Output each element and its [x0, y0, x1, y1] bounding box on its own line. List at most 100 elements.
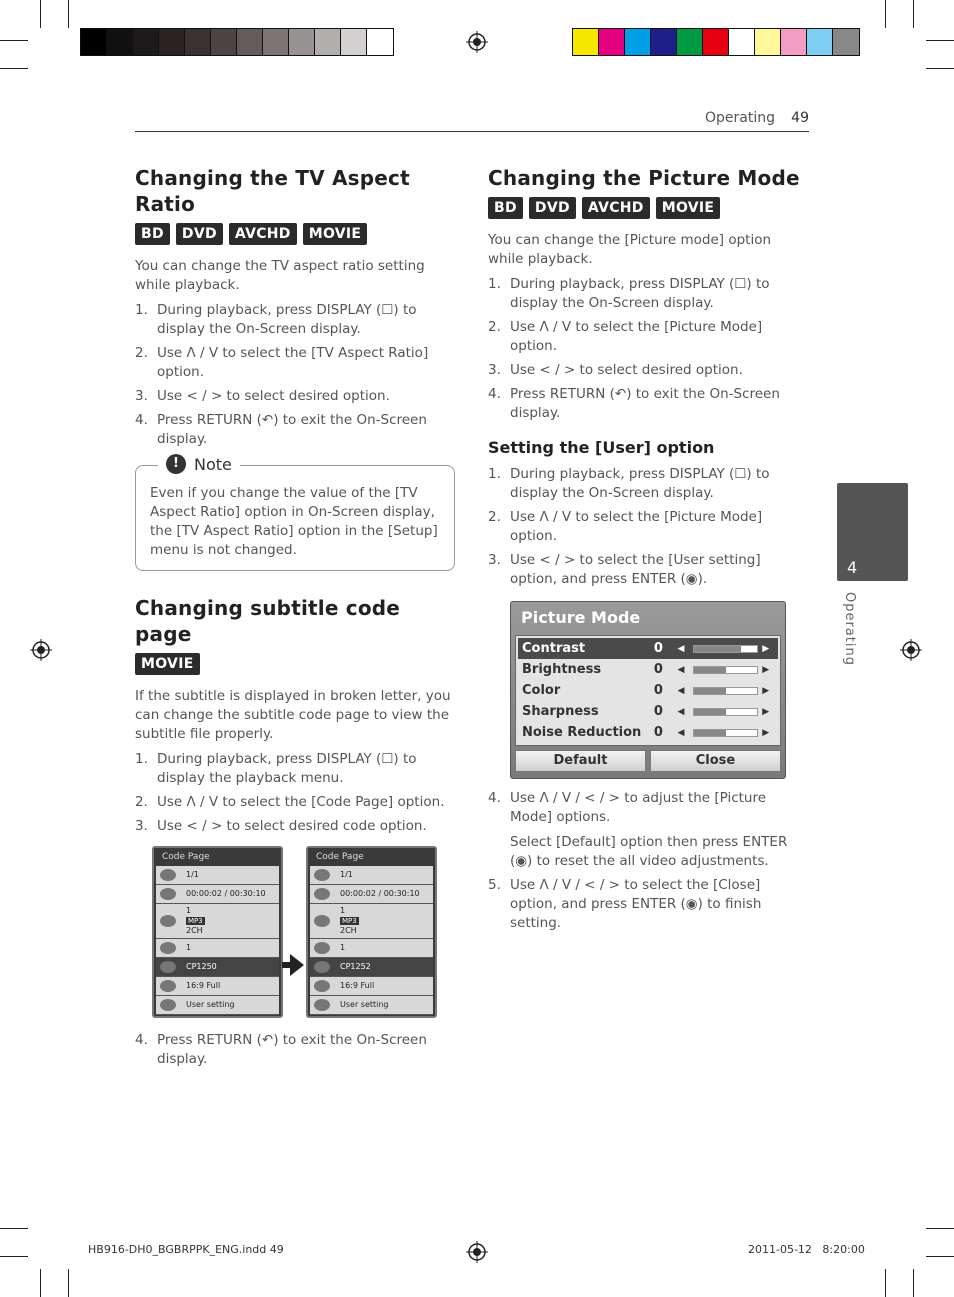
- close-button[interactable]: Close: [650, 750, 781, 772]
- color-swatch: [573, 29, 599, 55]
- step-text: Use < / > to select desired option.: [510, 362, 743, 378]
- step-number: 5.: [488, 877, 501, 893]
- left-arrow-icon[interactable]: ◀: [677, 644, 689, 654]
- right-arrow-icon[interactable]: ▶: [762, 707, 774, 717]
- section-title: Changing the Picture Mode: [488, 166, 800, 190]
- level-slider[interactable]: [693, 644, 759, 653]
- exclamation-icon: !: [166, 454, 186, 474]
- crop-mark: [0, 1228, 28, 1229]
- row-line: 2CH: [186, 926, 203, 935]
- step-text: Use < / > to select the [User setting] o…: [510, 552, 761, 587]
- step-text: Press RETURN (↶) to exit the On-Screen d…: [157, 1032, 427, 1067]
- left-arrow-icon[interactable]: ◀: [677, 707, 689, 717]
- level-slider[interactable]: [693, 707, 759, 716]
- audio-format-badge: MP3: [186, 917, 205, 925]
- level-slider[interactable]: [693, 686, 759, 695]
- row-value: 16:9 Full: [340, 981, 375, 990]
- note-text: Even if you change the value of the [TV …: [150, 485, 438, 558]
- color-swatch: [599, 29, 625, 55]
- steps-list: 1. During playback, press DISPLAY (☐) to …: [488, 465, 808, 589]
- chapter-number: 4: [847, 558, 858, 577]
- disc-badges: BD DVD AVCHD MOVIE: [135, 223, 455, 245]
- row-value: 1 MP3 2CH: [340, 906, 433, 936]
- left-arrow-icon[interactable]: ◀: [677, 728, 689, 738]
- section-title: Changing subtitle code page: [135, 596, 401, 646]
- level-slider[interactable]: [693, 728, 759, 737]
- crop-mark: [40, 0, 41, 28]
- row-value: 00:00:02 / 00:30:10: [340, 889, 420, 898]
- steps-list: 4. Press RETURN (↶) to exit the On-Screen…: [135, 1031, 455, 1069]
- user-option-section: Setting the [User] option 1. During playb…: [488, 437, 808, 933]
- step-text: During playback, press DISPLAY (☐) to di…: [157, 302, 417, 337]
- codepage-icon: [160, 961, 176, 973]
- menu-row-noise-reduction[interactable]: Noise Reduction 0 ◀ ▶: [518, 722, 778, 743]
- screen-row: User setting: [310, 996, 433, 1015]
- color-swatch: [781, 29, 807, 55]
- crop-mark: [0, 1256, 28, 1257]
- step-item: 3. Use < / > to select desired option.: [135, 387, 455, 406]
- left-column: Changing the TV Aspect Ratio BD DVD AVCH…: [135, 165, 455, 1074]
- step-item: 3. Use < / > to select desired code optio…: [135, 817, 455, 836]
- left-arrow-icon[interactable]: ◀: [677, 665, 689, 675]
- steps-list: 1. During playback, press DISPLAY (☐) to …: [135, 301, 455, 449]
- color-swatch: [651, 29, 677, 55]
- row-value: 00:00:02 / 00:30:10: [186, 889, 266, 898]
- menu-row-contrast[interactable]: Contrast 0 ◀ ▶: [518, 638, 778, 659]
- step-text: Use < / > to select desired option.: [157, 388, 390, 404]
- step-text: Use Λ / V to select the [Picture Mode] o…: [510, 509, 763, 544]
- registration-mark-icon: [900, 639, 922, 661]
- step-item: 4. Press RETURN (↶) to exit the On-Screen…: [135, 1031, 455, 1069]
- picture-mode-section: Changing the Picture Mode BD DVD AVCHD M…: [488, 165, 808, 423]
- row-value: 16:9 Full: [186, 981, 221, 990]
- intro-text: If the subtitle is displayed in broken l…: [135, 688, 451, 742]
- menu-row-brightness[interactable]: Brightness 0 ◀ ▶: [518, 659, 778, 680]
- crop-mark: [40, 1269, 41, 1297]
- screen-row: 1 MP3 2CH: [156, 904, 279, 939]
- step-number: 2.: [488, 319, 501, 335]
- color-swatch: [211, 29, 237, 55]
- screen-row: 00:00:02 / 00:30:10: [310, 885, 433, 904]
- clock-icon: [314, 888, 330, 900]
- badge-avchd: AVCHD: [581, 197, 650, 219]
- setting-label: Color: [522, 683, 561, 698]
- left-arrow-icon[interactable]: ◀: [677, 686, 689, 696]
- screen-row: 1/1: [310, 866, 433, 885]
- right-arrow-icon[interactable]: ▶: [762, 665, 774, 675]
- section-name: Operating: [705, 110, 775, 126]
- right-arrow-icon[interactable]: ▶: [762, 644, 774, 654]
- step-text: Use Λ / V to select the [Picture Mode] o…: [510, 319, 763, 354]
- step-number: 2.: [135, 794, 148, 810]
- footer-timestamp: 2011-05-12 8:20:00: [748, 1243, 865, 1256]
- color-swatch: [755, 29, 781, 55]
- right-arrow-icon[interactable]: ▶: [762, 686, 774, 696]
- color-swatch: [107, 29, 133, 55]
- step-number: 3.: [135, 818, 148, 834]
- picture-icon: [314, 999, 330, 1011]
- screen-row: 16:9 Full: [156, 977, 279, 996]
- audio-icon: [314, 915, 330, 927]
- default-button[interactable]: Default: [515, 750, 646, 772]
- disc-badges: MOVIE: [135, 653, 455, 675]
- setting-label: Brightness: [522, 662, 602, 677]
- subtitle-code-page-section: Changing subtitle code page MOVIE If the…: [135, 595, 455, 1069]
- step-text: Use Λ / V to select the [TV Aspect Ratio…: [157, 345, 429, 380]
- menu-row-sharpness[interactable]: Sharpness 0 ◀ ▶: [518, 701, 778, 722]
- menu-body: Contrast 0 ◀ ▶ Brightness 0 ◀ ▶ Color 0 ◀ ▶ Sharpnes…: [515, 635, 781, 746]
- audio-format-badge: MP3: [340, 917, 359, 925]
- step-item: 2. Use Λ / V to select the [Picture Mode]…: [488, 508, 808, 546]
- registration-mark-icon: [466, 31, 488, 53]
- screen-row: User setting: [156, 996, 279, 1015]
- slider-fill: [694, 708, 726, 715]
- step-subtext: Select [Default] option then press ENTER…: [510, 834, 788, 869]
- step-text: Use Λ / V / < / > to select the [Close] …: [510, 877, 762, 931]
- step-number: 3.: [488, 552, 501, 568]
- picture-mode-menu: Picture Mode Contrast 0 ◀ ▶ Brightness 0 ◀ ▶ Col…: [510, 601, 786, 779]
- level-slider[interactable]: [693, 665, 759, 674]
- color-swatch: [729, 29, 755, 55]
- menu-row-color[interactable]: Color 0 ◀ ▶: [518, 680, 778, 701]
- screen-row: CP1250: [156, 958, 279, 977]
- step-number: 1.: [135, 302, 148, 318]
- codepage-icon: [314, 961, 330, 973]
- screen-row: 00:00:02 / 00:30:10: [156, 885, 279, 904]
- right-arrow-icon[interactable]: ▶: [762, 728, 774, 738]
